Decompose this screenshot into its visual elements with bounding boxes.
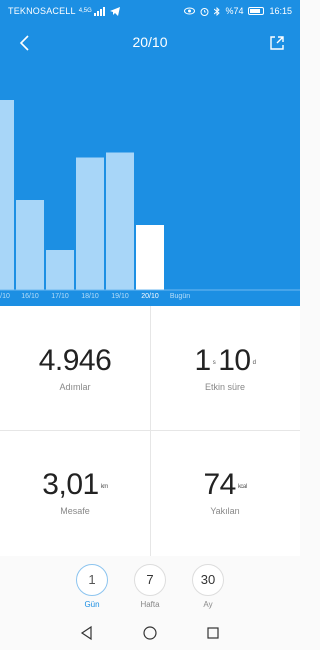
burned-value-row: 74 kcal (150, 468, 300, 502)
battery-percent: %74 (225, 6, 244, 16)
minutes-unit: d (252, 360, 256, 366)
period-week-button[interactable]: 7 Hafta (130, 564, 170, 609)
distance-unit: km (100, 484, 109, 490)
hours-unit: s (212, 360, 216, 366)
active-time-value: 1 s 10 d (150, 344, 300, 378)
period-day-value: 1 (76, 564, 108, 596)
distance-value: 3,01 (42, 468, 99, 501)
active-time-stat: 1 s 10 d Etkin süre (150, 344, 300, 392)
chart-bar-16-10[interactable] (16, 200, 44, 290)
eye-icon (184, 7, 196, 15)
steps-stat: 4.946 Adımlar (0, 344, 150, 392)
status-bar: TEKNOSACELL 4,5G %74 16:15 (0, 0, 300, 22)
chart-x-axis: /10 16/10 17/10 18/10 19/10 20/10 Bugün (0, 290, 300, 306)
back-arrow-icon[interactable] (14, 32, 36, 54)
period-month-button[interactable]: 30 Ay (188, 564, 228, 609)
x-tick-label: 17/10 (51, 293, 69, 300)
period-selector: 1 Gün 7 Hafta 30 Ay (0, 556, 300, 616)
stats-grid: 4.946 Adımlar 1 s 10 d Etkin süre 3,01 km Me… (0, 306, 300, 556)
period-month-label: Ay (203, 600, 213, 609)
bluetooth-icon (214, 6, 221, 16)
x-tick-label: 20/10 (141, 293, 159, 300)
period-day-button[interactable]: 1 Gün (72, 564, 112, 609)
carrier-name: TEKNOSACELL (8, 6, 76, 16)
system-nav-bar (0, 616, 300, 650)
nav-back-icon[interactable] (78, 624, 96, 642)
chart-bar-17-10[interactable] (46, 250, 74, 290)
share-icon[interactable] (266, 32, 288, 54)
steps-value: 4.946 (38, 344, 112, 377)
chart-bar-20-10[interactable] (136, 225, 164, 290)
x-tick-label: Bugün (169, 293, 191, 300)
network-type: 4,5G (78, 8, 92, 14)
chart-header-area: TEKNOSACELL 4,5G %74 16:15 20/10 /10 16/… (0, 0, 300, 306)
signal-icon (93, 6, 105, 16)
distance-label: Mesafe (60, 506, 90, 516)
page-title: 20/10 (132, 34, 168, 50)
nav-home-icon[interactable] (141, 624, 159, 642)
burned-value: 74 (203, 468, 236, 501)
x-tick-label: 16/10 (21, 293, 39, 300)
screen: TEKNOSACELL 4,5G %74 16:15 20/10 /10 16/… (0, 0, 300, 650)
x-tick-label: 19/10 (111, 293, 129, 300)
burned-unit: kcal (237, 484, 247, 490)
chart-bar-18-10[interactable] (76, 157, 104, 291)
period-month-value: 30 (192, 564, 224, 596)
burned-label: Yakılan (210, 506, 240, 516)
status-right: %74 16:15 (184, 6, 292, 16)
period-day-label: Gün (84, 600, 100, 609)
clock: 16:15 (269, 6, 292, 16)
burned-stat: 74 kcal Yakılan (150, 468, 300, 516)
chart-bar-15-10[interactable] (0, 100, 14, 290)
active-time-label: Etkin süre (204, 382, 246, 392)
telegram-icon (109, 6, 120, 16)
distance-stat: 3,01 km Mesafe (0, 468, 150, 516)
period-week-value: 7 (134, 564, 166, 596)
chart-bar-19-10[interactable] (106, 152, 134, 291)
alarm-icon (200, 7, 209, 16)
active-minutes: 10 (218, 344, 251, 377)
x-tick-label: 18/10 (81, 293, 99, 300)
period-week-label: Hafta (140, 600, 160, 609)
active-hours: 1 (194, 344, 212, 377)
header-bar: 20/10 (0, 28, 300, 56)
grid-divider-horizontal (0, 430, 300, 431)
steps-label: Adımlar (59, 382, 91, 392)
battery-icon (248, 7, 265, 15)
distance-value-row: 3,01 km (0, 468, 150, 502)
nav-recents-icon[interactable] (204, 624, 222, 642)
